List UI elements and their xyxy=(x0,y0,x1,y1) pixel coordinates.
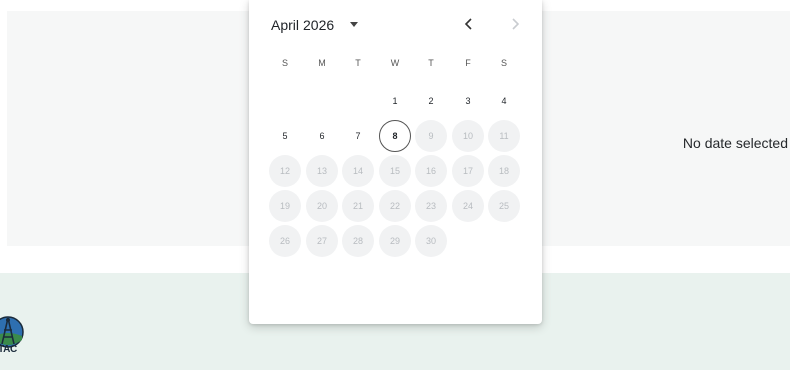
logo-text: TAC xyxy=(0,344,17,355)
day-cell: 15 xyxy=(379,155,411,187)
day-cell[interactable]: 2 xyxy=(415,85,447,117)
weekday-label: S xyxy=(500,58,507,68)
day-cell: 22 xyxy=(379,190,411,222)
day-cell: 10 xyxy=(452,120,484,152)
day-cell: 27 xyxy=(306,225,338,257)
weekday-header-row: SMTWTFS xyxy=(249,58,542,72)
weekday-label: T xyxy=(428,58,434,68)
weekday-label: F xyxy=(465,58,471,68)
day-cell: 21 xyxy=(342,190,374,222)
prev-month-button[interactable] xyxy=(459,14,479,34)
day-cell: 28 xyxy=(342,225,374,257)
month-year-selector[interactable]: April 2026 xyxy=(271,17,334,33)
day-cell: 12 xyxy=(269,155,301,187)
day-cell: 13 xyxy=(306,155,338,187)
year-label: 2026 xyxy=(303,17,335,33)
day-cell: 11 xyxy=(488,120,520,152)
day-cell: 25 xyxy=(488,190,520,222)
day-cell: 26 xyxy=(269,225,301,257)
day-cell[interactable]: 7 xyxy=(342,120,374,152)
datepicker-popup: April 2026 SMTWTFS 1 2 3 4 5 6 7 8 9 10 11 12 13 14 15 1… xyxy=(249,0,542,324)
day-cell: 29 xyxy=(379,225,411,257)
day-cell[interactable]: 5 xyxy=(269,120,301,152)
day-cell: 20 xyxy=(306,190,338,222)
no-date-selected-text: No date selected xyxy=(682,135,788,151)
day-cell: 17 xyxy=(452,155,484,187)
day-cell[interactable]: 4 xyxy=(488,85,520,117)
day-cell[interactable]: 1 xyxy=(379,85,411,117)
weekday-label: W xyxy=(390,58,400,68)
day-cell: 30 xyxy=(415,225,447,257)
day-cell: 19 xyxy=(269,190,301,222)
month-label: April xyxy=(271,17,300,33)
weekday-label: M xyxy=(318,58,326,68)
day-cell-today[interactable]: 8 xyxy=(379,120,411,152)
chevron-right-icon xyxy=(512,18,520,30)
day-cell[interactable]: 3 xyxy=(452,85,484,117)
weekday-label: T xyxy=(355,58,361,68)
day-cell: 14 xyxy=(342,155,374,187)
day-cell[interactable]: 6 xyxy=(306,120,338,152)
day-cell: 23 xyxy=(415,190,447,222)
day-cell: 18 xyxy=(488,155,520,187)
datepicker-header: April 2026 xyxy=(249,0,542,50)
day-cell: 24 xyxy=(452,190,484,222)
weekday-label: S xyxy=(281,58,288,68)
day-cell: 16 xyxy=(415,155,447,187)
caret-down-icon[interactable] xyxy=(350,22,358,27)
chevron-left-icon xyxy=(464,18,472,30)
day-cell: 9 xyxy=(415,120,447,152)
next-month-button[interactable] xyxy=(505,14,525,34)
